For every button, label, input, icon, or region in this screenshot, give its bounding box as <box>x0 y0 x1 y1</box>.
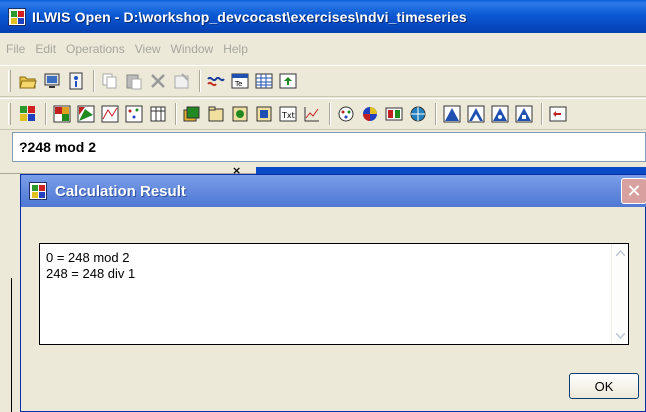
result-line: 248 = 248 div 1 <box>46 266 136 281</box>
table-view-icon[interactable] <box>253 70 275 92</box>
ilwis-icon[interactable] <box>17 103 39 125</box>
ilwis-app-icon <box>29 182 47 200</box>
filter-d-icon[interactable] <box>513 103 535 125</box>
map-link-icon[interactable] <box>205 70 227 92</box>
command-line-input[interactable]: ?248 mod 2 <box>12 132 646 162</box>
annotation-text-icon[interactable]: Txt <box>277 103 299 125</box>
scroll-up-icon[interactable] <box>613 245 628 260</box>
background-tree-line <box>11 278 12 412</box>
standard-toolbar: Te <box>0 65 646 97</box>
dialog-title: Calculation Result <box>55 182 186 200</box>
ilwis-app-icon <box>8 7 26 26</box>
raster-map-icon[interactable] <box>51 103 73 125</box>
title-bar[interactable]: ILWIS Open - D:\workshop_devcocast\exerc… <box>0 0 646 33</box>
up-level-icon[interactable] <box>277 70 299 92</box>
script-icon[interactable] <box>547 103 569 125</box>
toolbar-separator <box>45 103 47 125</box>
filter-c-icon[interactable] <box>489 103 511 125</box>
calculation-result-dialog: Calculation Result ✕ 0 = 248 mod 2 248 =… <box>20 174 646 412</box>
ilwis-main-window: ILWIS Open - D:\workshop_devcocast\exerc… <box>0 0 646 412</box>
menu-window[interactable]: Window <box>171 42 214 56</box>
coordsys-icon[interactable] <box>407 103 429 125</box>
sample-set-icon[interactable] <box>335 103 357 125</box>
vertical-scrollbar[interactable] <box>611 244 628 344</box>
operations-toolbar: Txt <box>0 98 646 130</box>
toolbar-separator <box>329 103 331 125</box>
close-icon[interactable]: ✕ <box>621 178 646 204</box>
point-map-icon[interactable] <box>123 103 145 125</box>
properties-icon[interactable] <box>65 70 87 92</box>
color-composite-icon[interactable] <box>359 103 381 125</box>
toolbar-separator <box>93 70 95 92</box>
result-textarea[interactable]: 0 = 248 mod 2 248 = 248 div 1 <box>39 243 629 345</box>
menu-help[interactable]: Help <box>223 42 248 56</box>
dialog-title-bar[interactable]: Calculation Result ✕ <box>21 175 646 207</box>
scroll-down-icon[interactable] <box>613 328 628 343</box>
toolbar-grip[interactable] <box>8 70 11 92</box>
menu-file[interactable]: File <box>6 42 25 56</box>
ok-button[interactable]: OK <box>569 373 639 399</box>
toolbar-separator <box>435 103 437 125</box>
domain-icon[interactable] <box>205 103 227 125</box>
paste-icon[interactable] <box>123 70 145 92</box>
segment-map-icon[interactable] <box>99 103 121 125</box>
catalog-icon[interactable] <box>41 70 63 92</box>
toolbar-separator <box>175 103 177 125</box>
menu-edit[interactable]: Edit <box>35 42 56 56</box>
toolbar-grip[interactable] <box>8 103 11 125</box>
filter-b-icon[interactable] <box>465 103 487 125</box>
delete-icon[interactable] <box>147 70 169 92</box>
map-view-icon[interactable]: Te <box>229 70 251 92</box>
polygon-map-icon[interactable] <box>75 103 97 125</box>
svg-text:Txt: Txt <box>281 111 295 120</box>
toolbar-separator <box>541 103 543 125</box>
edit-properties-icon[interactable] <box>171 70 193 92</box>
menu-view[interactable]: View <box>135 42 161 56</box>
menu-operations[interactable]: Operations <box>66 42 125 56</box>
map-list-icon[interactable] <box>181 103 203 125</box>
graph-icon[interactable] <box>301 103 323 125</box>
menu-bar: File Edit Operations View Window Help <box>0 33 646 65</box>
representation-icon[interactable] <box>229 103 251 125</box>
stereopair-icon[interactable] <box>383 103 405 125</box>
result-line: 0 = 248 mod 2 <box>46 250 130 265</box>
window-title: ILWIS Open - D:\workshop_devcocast\exerc… <box>32 8 467 25</box>
georef-icon[interactable] <box>253 103 275 125</box>
filter-a-icon[interactable] <box>441 103 463 125</box>
copy-icon[interactable] <box>99 70 121 92</box>
open-folder-icon[interactable] <box>17 70 39 92</box>
svg-text:Te: Te <box>234 80 242 88</box>
table-icon[interactable] <box>147 103 169 125</box>
toolbar-separator <box>199 70 201 92</box>
